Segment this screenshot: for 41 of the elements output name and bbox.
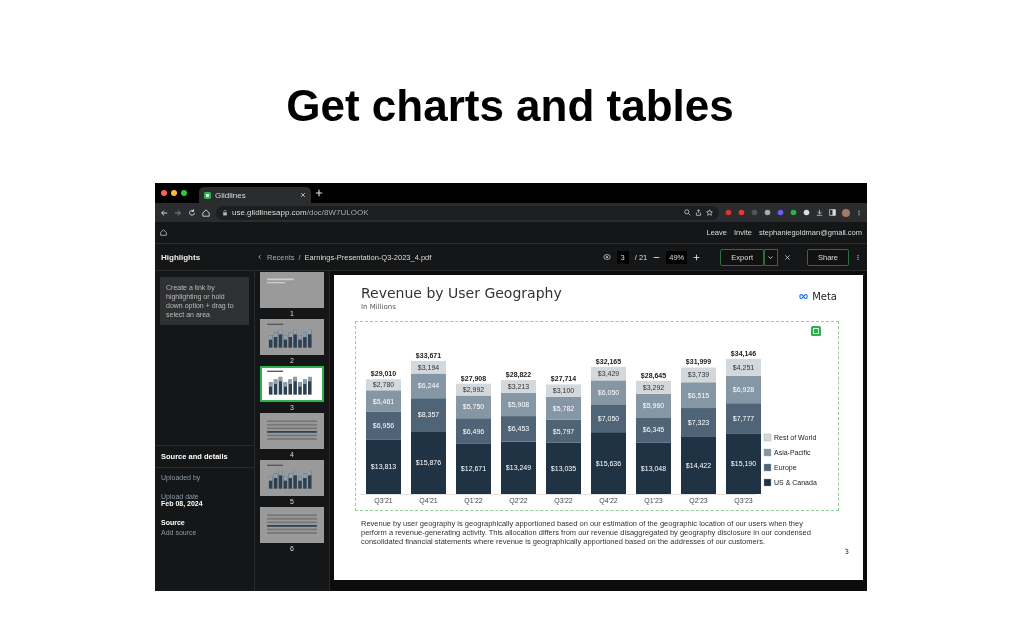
page-thumbnail[interactable] xyxy=(260,366,324,402)
address-bar[interactable]: use.glidlinesapp.com/doc/8W7ULOOK xyxy=(216,205,719,220)
legend-swatch xyxy=(763,448,772,457)
zoom-in-icon[interactable] xyxy=(693,253,701,261)
close-icon[interactable] xyxy=(784,253,791,261)
home-icon[interactable] xyxy=(160,229,167,236)
legend-swatch xyxy=(763,463,772,472)
new-tab-icon[interactable] xyxy=(315,189,323,197)
headline: Get charts and tables xyxy=(286,82,734,130)
page-thumbnail[interactable] xyxy=(260,507,324,543)
logo-text: Meta xyxy=(812,291,837,302)
back-icon[interactable] xyxy=(160,208,168,217)
avatar-icon[interactable] xyxy=(842,208,850,217)
slide-title: Revenue by User Geography xyxy=(361,285,562,301)
more-icon[interactable] xyxy=(856,208,862,217)
url-text: use.glidlinesapp.com/doc/8W7ULOOK xyxy=(232,208,369,217)
more-icon[interactable] xyxy=(855,252,861,262)
page-thumbnail[interactable] xyxy=(260,460,324,496)
reload-icon[interactable] xyxy=(188,208,196,217)
star-icon[interactable] xyxy=(706,209,713,216)
share-icon[interactable] xyxy=(695,209,702,216)
infinity-logo-icon xyxy=(797,292,811,301)
page-thumbnail[interactable] xyxy=(260,272,324,308)
sidebar-title: Highlights xyxy=(160,252,202,262)
legend-swatch xyxy=(763,433,772,442)
page-thumbnail[interactable] xyxy=(260,319,324,355)
sidebar-icon[interactable] xyxy=(829,209,836,216)
home-icon[interactable] xyxy=(202,208,210,217)
eye-icon[interactable] xyxy=(602,253,611,261)
app-logo-icon xyxy=(204,191,211,199)
search-icon[interactable] xyxy=(684,209,691,216)
download-icon[interactable] xyxy=(816,209,823,216)
lock-icon xyxy=(222,209,228,216)
browser-tab[interactable]: Glidlines xyxy=(199,187,311,203)
forward-icon[interactable] xyxy=(174,208,182,217)
legend-swatch xyxy=(763,478,772,487)
close-icon[interactable] xyxy=(300,192,306,198)
tab-title: Glidlines xyxy=(215,190,247,200)
chevron-left-icon[interactable] xyxy=(257,254,263,260)
page-thumbnail[interactable] xyxy=(260,413,324,449)
chevron-down-icon[interactable] xyxy=(767,253,775,261)
